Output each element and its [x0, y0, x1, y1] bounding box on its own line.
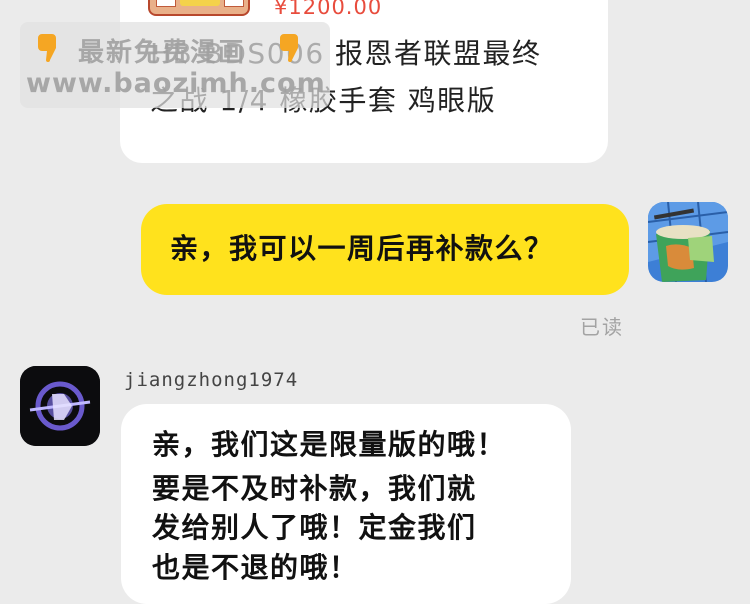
other-username[interactable]: jiangzhong1974	[124, 369, 298, 391]
pointing-down-hand-icon	[38, 34, 56, 62]
read-status: 已读	[580, 315, 624, 339]
pointing-down-hand-icon	[280, 34, 298, 62]
my-message-text: 亲，我可以一周后再补款么？	[170, 232, 554, 265]
product-thumbnail[interactable]	[148, 0, 250, 16]
product-price: ¥1200.00	[274, 0, 383, 19]
dark-logo-avatar-icon	[20, 366, 100, 446]
watermark-text-cn: 最新免费漫画	[78, 38, 247, 68]
other-message-line-1: 亲，我们这是限量版的哦！	[152, 428, 507, 461]
other-message-line-4: 也是不退的哦！	[152, 551, 359, 584]
my-avatar[interactable]	[648, 202, 728, 282]
other-user-avatar[interactable]	[20, 366, 100, 446]
instant-noodle-cup-avatar-icon	[648, 202, 728, 282]
other-message-line-3: 发给别人了哦！定金我们	[152, 511, 477, 544]
other-message-line-2: 要是不及时补款，我们就	[152, 472, 477, 505]
watermark-url: www.baozimh.com	[26, 68, 326, 99]
